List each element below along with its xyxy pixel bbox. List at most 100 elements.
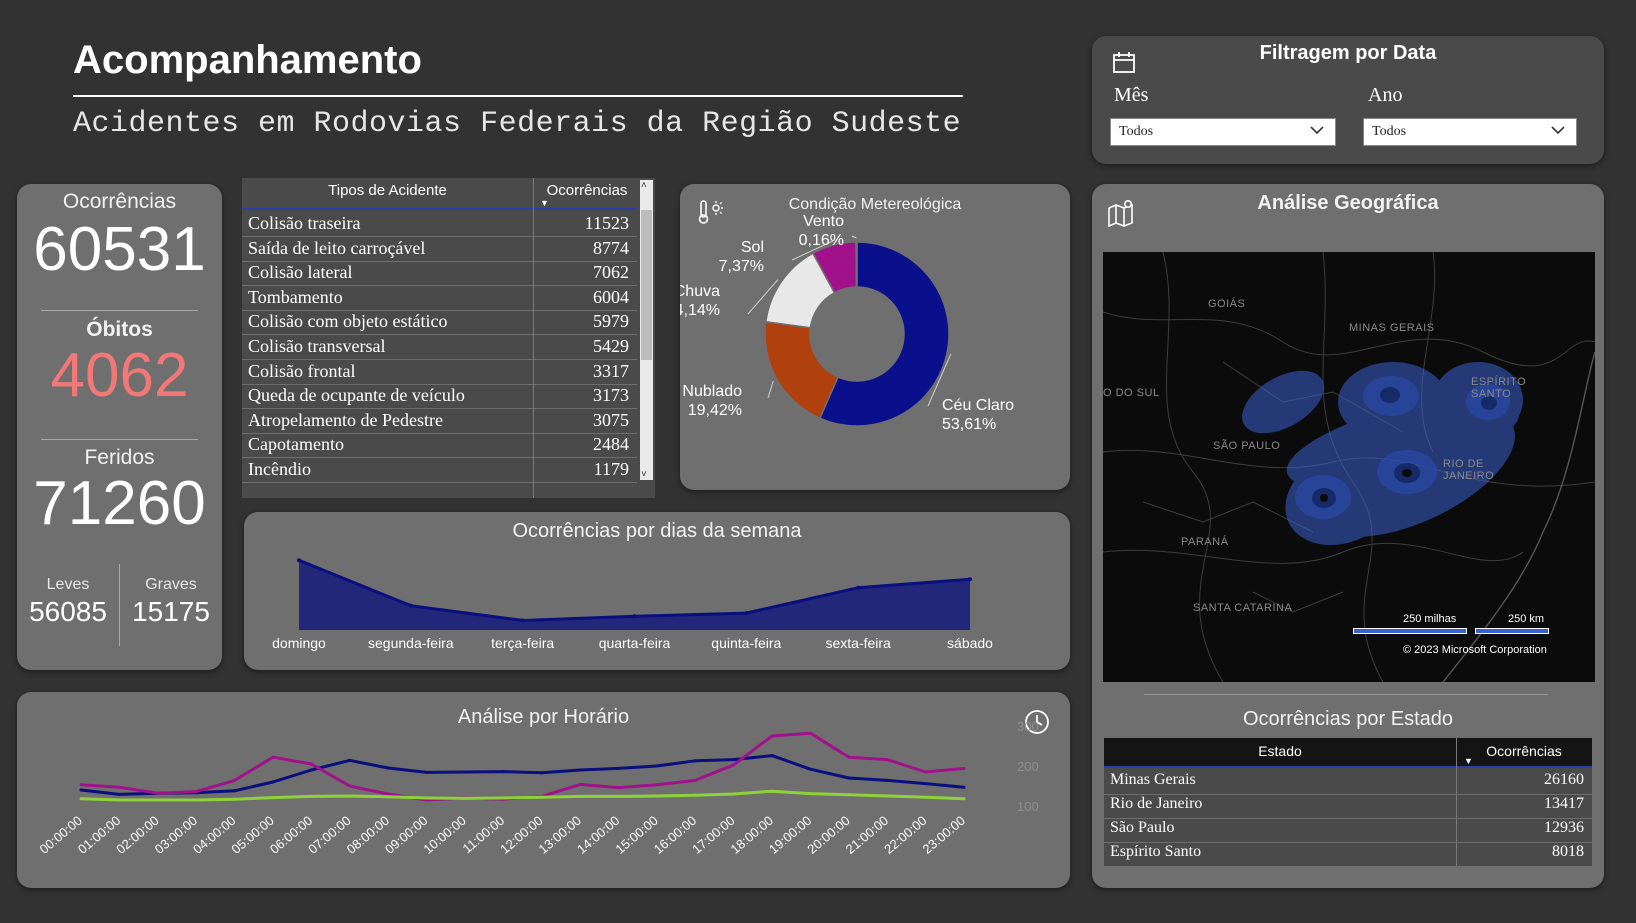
hourly-point[interactable]: [117, 785, 121, 789]
hourly-point[interactable]: [693, 793, 697, 797]
scroll-down-icon[interactable]: ˅: [641, 469, 647, 480]
hourly-point[interactable]: [386, 792, 390, 796]
hourly-point[interactable]: [962, 797, 966, 801]
month-select[interactable]: Todos: [1110, 118, 1336, 146]
hourly-point[interactable]: [425, 796, 429, 800]
scroll-up-icon[interactable]: ˄: [641, 180, 647, 191]
hourly-point[interactable]: [770, 754, 774, 758]
hourly-point[interactable]: [847, 793, 851, 797]
hourly-point[interactable]: [271, 755, 275, 759]
table-row[interactable]: Rio de Janeiro 13417: [1104, 792, 1592, 819]
hourly-point[interactable]: [693, 778, 697, 782]
weekday-point[interactable]: [520, 618, 525, 623]
column-header-count[interactable]: Ocorrências: [537, 182, 637, 199]
weather-donut-chart[interactable]: Céu Claro 53,61% Nublado 19,42% Chuva 14,14% S…: [680, 184, 1070, 490]
hourly-point[interactable]: [233, 797, 237, 801]
weekday-point[interactable]: [744, 611, 749, 616]
hourly-point[interactable]: [885, 778, 889, 782]
table-scrollbar[interactable]: ˄ ˅: [640, 180, 653, 480]
weekday-point[interactable]: [408, 603, 413, 608]
table-row[interactable]: Colisão transversal 5429: [242, 333, 637, 360]
hourly-point[interactable]: [194, 798, 198, 802]
hourly-point[interactable]: [386, 766, 390, 770]
hourly-series-line[interactable]: [80, 731, 965, 802]
hourly-point[interactable]: [655, 764, 659, 768]
table-row[interactable]: Queda de ocupante de veículo 3173: [242, 382, 637, 410]
hourly-point[interactable]: [616, 786, 620, 790]
hourly-point[interactable]: [309, 768, 313, 772]
hourly-point[interactable]: [233, 778, 237, 782]
table-row[interactable]: Tombamento 6004: [242, 284, 637, 311]
hourly-point[interactable]: [732, 758, 736, 762]
hourly-point[interactable]: [732, 763, 736, 767]
hourly-point[interactable]: [732, 792, 736, 796]
hourly-point[interactable]: [847, 776, 851, 780]
hourly-point[interactable]: [79, 788, 83, 792]
hourly-series-line[interactable]: [80, 754, 965, 796]
donut-slice[interactable]: [855, 241, 858, 288]
map-view[interactable]: GOIÁS MINAS GERAIS O DO SUL ESPÍRITO SANTO S…: [1103, 252, 1595, 682]
table-row[interactable]: Colisão com objeto estático 5979: [242, 308, 637, 336]
hourly-point[interactable]: [156, 791, 160, 795]
weekday-point[interactable]: [856, 585, 861, 590]
hourly-point[interactable]: [616, 794, 620, 798]
hourly-point[interactable]: [962, 785, 966, 789]
hourly-point[interactable]: [463, 770, 467, 774]
table-row[interactable]: Colisão traseira 11523: [242, 210, 637, 237]
accident-types-table[interactable]: Tipos de Acidente Ocorrências ▼ Colisão …: [242, 178, 655, 498]
hourly-point[interactable]: [233, 789, 237, 793]
hourly-point[interactable]: [540, 771, 544, 775]
hourly-point[interactable]: [386, 795, 390, 799]
states-table[interactable]: Estado Ocorrências ▼ Minas Gerais 26160 Ri…: [1104, 738, 1592, 867]
hourly-point[interactable]: [885, 794, 889, 798]
hourly-point[interactable]: [962, 766, 966, 770]
hourly-point[interactable]: [770, 734, 774, 738]
table-row[interactable]: Minas Gerais 26160: [1104, 768, 1592, 795]
hourly-point[interactable]: [578, 782, 582, 786]
hourly-point[interactable]: [924, 770, 928, 774]
hourly-point[interactable]: [770, 789, 774, 793]
hourly-point[interactable]: [847, 755, 851, 759]
hourly-point[interactable]: [194, 790, 198, 794]
weekday-point[interactable]: [968, 577, 972, 582]
hourly-point[interactable]: [425, 770, 429, 774]
hourly-point[interactable]: [117, 798, 121, 802]
table-row[interactable]: Colisão frontal 3317: [242, 358, 637, 385]
hourly-point[interactable]: [655, 783, 659, 787]
hourly-point[interactable]: [885, 758, 889, 762]
hourly-point[interactable]: [271, 796, 275, 800]
hourly-point[interactable]: [655, 794, 659, 798]
hourly-point[interactable]: [117, 792, 121, 796]
hourly-point[interactable]: [501, 770, 505, 774]
table-row[interactable]: Incêndio 1179: [242, 456, 637, 483]
hourly-point[interactable]: [348, 784, 352, 788]
hourly-point[interactable]: [271, 780, 275, 784]
hourly-point[interactable]: [616, 766, 620, 770]
column-header-state[interactable]: Estado: [1104, 743, 1456, 759]
hourly-point[interactable]: [348, 794, 352, 798]
column-header-type[interactable]: Tipos de Acidente: [242, 182, 533, 199]
hourly-point[interactable]: [348, 758, 352, 762]
hourly-point[interactable]: [463, 796, 467, 800]
hourly-point[interactable]: [578, 768, 582, 772]
table-row[interactable]: Colisão lateral 7062: [242, 259, 637, 287]
hourly-point[interactable]: [924, 795, 928, 799]
table-row[interactable]: Espírito Santo 8018: [1104, 840, 1592, 867]
hourly-point[interactable]: [501, 796, 505, 800]
hourly-point[interactable]: [808, 792, 812, 796]
scrollbar-thumb[interactable]: [641, 210, 652, 360]
table-row[interactable]: Atropelamento de Pedestre 3075: [242, 407, 637, 434]
hourly-point[interactable]: [156, 798, 160, 802]
table-row[interactable]: São Paulo 12936: [1104, 816, 1592, 843]
column-header-count[interactable]: Ocorrências: [1456, 743, 1592, 759]
hourly-point[interactable]: [540, 795, 544, 799]
hourly-point[interactable]: [808, 731, 812, 735]
hourly-point[interactable]: [309, 794, 313, 798]
hourly-point[interactable]: [79, 783, 83, 787]
weekday-point[interactable]: [297, 558, 301, 563]
weekday-area-chart[interactable]: domingo segunda-feira terça-feira quarta-fe…: [244, 512, 1070, 670]
hourly-point[interactable]: [808, 767, 812, 771]
year-select[interactable]: Todos: [1363, 118, 1577, 146]
table-row[interactable]: Saída de leito carroçável 8774: [242, 235, 637, 262]
hourly-point[interactable]: [924, 782, 928, 786]
